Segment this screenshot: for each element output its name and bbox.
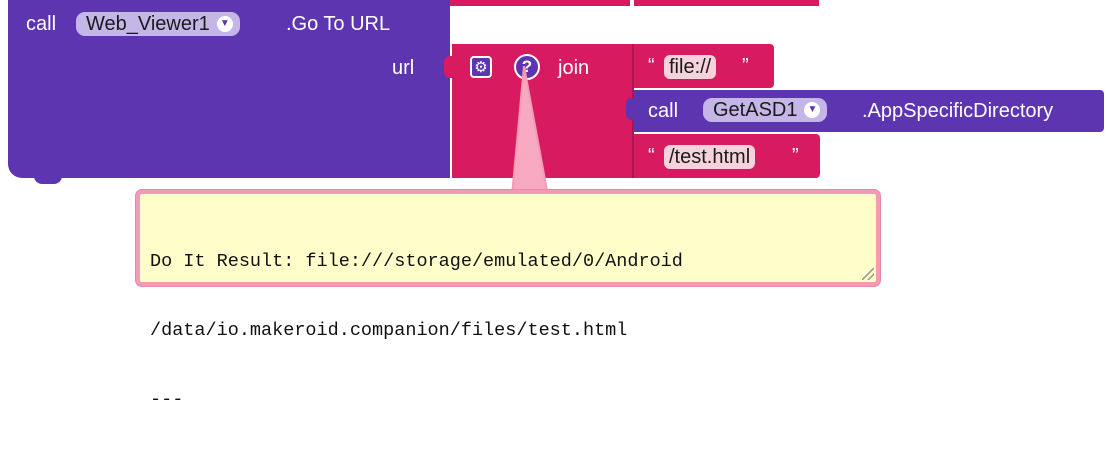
result-line-1: Do It Result: file:///storage/emulated/0… [150, 251, 683, 272]
result-line-2: /data/io.makeroid.companion/files/test.h… [150, 320, 628, 341]
close-quote: ” [792, 145, 799, 167]
inner-call-keyword: call [648, 100, 679, 122]
string-field-test-html[interactable]: /test.html [664, 145, 756, 169]
join-label: join [558, 57, 590, 79]
string-field-file[interactable]: file:// [664, 55, 717, 79]
inner-component-name: GetASD1 [713, 99, 798, 121]
component-dropdown[interactable]: Web_Viewer1 ▼ [76, 12, 240, 36]
open-quote: “ [648, 55, 655, 77]
inner-call-output-plug [626, 98, 636, 120]
open-quote: “ [648, 145, 655, 167]
call-keyword: call [26, 13, 57, 35]
method-name: .Go To URL [286, 13, 391, 35]
block-next-connector [34, 174, 62, 184]
block-fragment-top-right [634, 0, 819, 6]
result-pointer [510, 66, 550, 197]
url-socket-label: url [392, 57, 415, 79]
inner-component-dropdown[interactable]: GetASD1 ▼ [703, 98, 828, 122]
component-name: Web_Viewer1 [86, 13, 210, 35]
chevron-down-icon: ▼ [216, 16, 233, 32]
inner-method-name: .AppSpecificDirectory [862, 100, 1054, 122]
block-fragment-top-left [450, 0, 630, 6]
resize-handle-icon[interactable] [862, 268, 874, 280]
chevron-down-icon: ▼ [804, 102, 821, 118]
join-output-plug [444, 56, 456, 78]
do-it-result-bubble: Do It Result: file:///storage/emulated/0… [136, 190, 880, 410]
close-quote: ” [742, 55, 749, 77]
result-line-3: --- [150, 389, 184, 410]
gear-icon[interactable]: ⚙ [470, 56, 492, 78]
